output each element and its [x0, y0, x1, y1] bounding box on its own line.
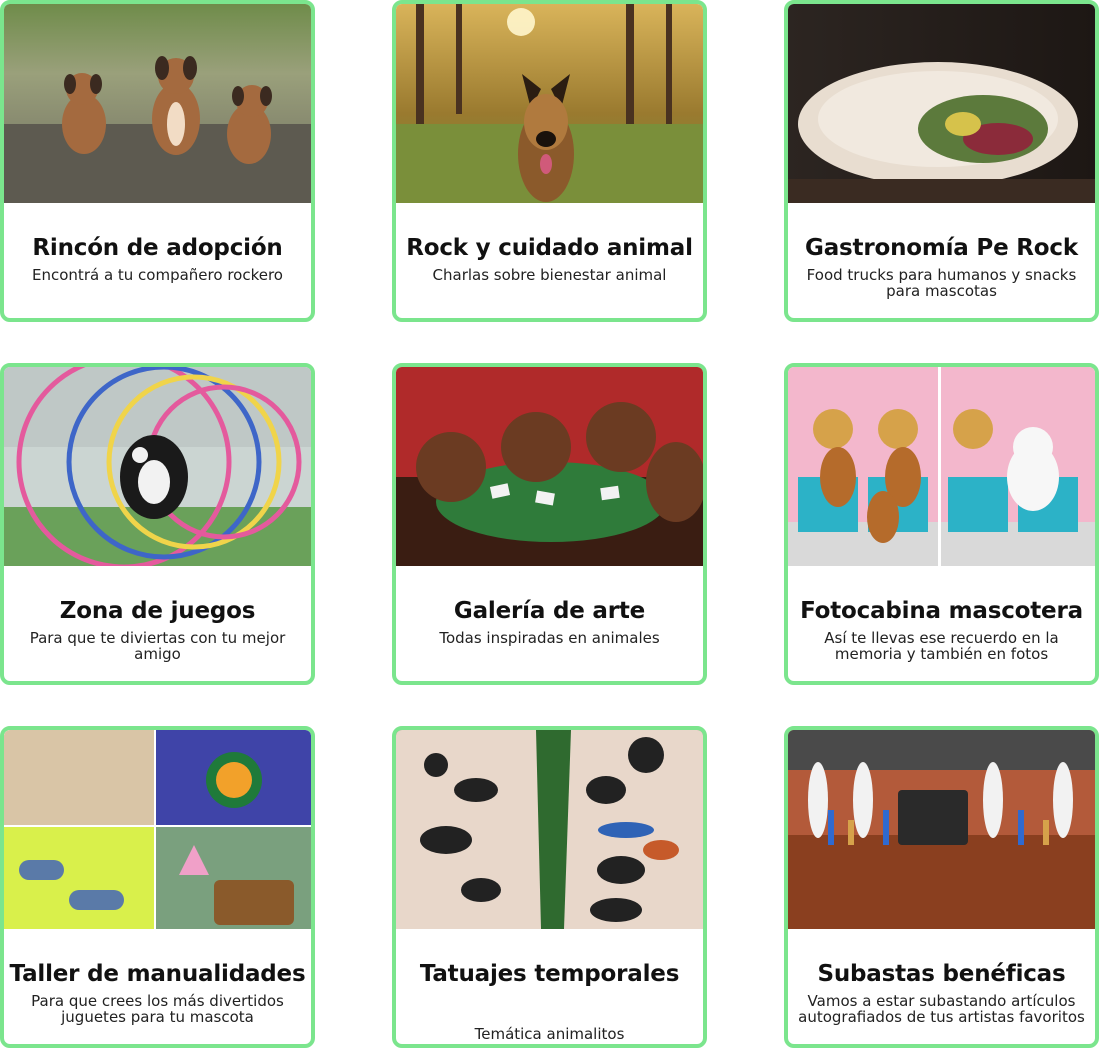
card-description: Food trucks para humanos y snacks para m…: [806, 266, 1077, 300]
animal-tattoos-image: [396, 730, 703, 929]
card-body: Rock y cuidado animal Charlas sobre bien…: [396, 203, 703, 318]
card-title: Rincón de adopción: [32, 235, 283, 261]
pet-crafts-collage: [4, 730, 311, 929]
activity-card-gastronomy[interactable]: Gastronomía Pe Rock Food trucks para hum…: [784, 0, 1099, 322]
card-description: Encontrá a tu compañero rockero: [32, 266, 283, 284]
card-body: Subastas benéficas Vamos a estar subasta…: [788, 929, 1095, 1044]
card-description: Temática animalitos: [474, 1025, 625, 1043]
puppies-image: [4, 4, 311, 203]
activity-card-charity-auction[interactable]: Subastas benéficas Vamos a estar subasta…: [784, 726, 1099, 1048]
card-title: Tatuajes temporales: [419, 961, 680, 987]
burrito-image: [788, 4, 1095, 203]
card-body: Tatuajes temporales Temática animalitos: [396, 929, 703, 1044]
dogs-poker-painting: [396, 367, 703, 566]
card-body: Galería de arte Todas inspiradas en anim…: [396, 566, 703, 681]
card-description: Todas inspiradas en animales: [439, 629, 660, 647]
dog-forest-image: [396, 4, 703, 203]
card-description: Para que te diviertas con tu mejor amigo: [29, 629, 286, 663]
card-description: Vamos a estar subastando artículos autog…: [798, 992, 1085, 1026]
card-title: Gastronomía Pe Rock: [805, 235, 1078, 261]
card-title: Zona de juegos: [59, 598, 256, 624]
auction-room-image: [788, 730, 1095, 929]
card-description: Para que crees los más divertidos juguet…: [31, 992, 284, 1026]
card-body: Rincón de adopción Encontrá a tu compañe…: [4, 203, 311, 318]
card-title: Taller de manualidades: [9, 961, 306, 987]
card-title: Galería de arte: [453, 598, 646, 624]
pet-photobooth-image: [788, 367, 1095, 566]
card-description: Charlas sobre bienestar animal: [432, 266, 667, 284]
activity-card-art-gallery[interactable]: Galería de arte Todas inspiradas en anim…: [392, 363, 707, 685]
activities-grid: Rincón de adopción Encontrá a tu compañe…: [0, 0, 1099, 1049]
card-title: Subastas benéficas: [817, 961, 1066, 987]
activity-card-animal-care[interactable]: Rock y cuidado animal Charlas sobre bien…: [392, 0, 707, 322]
dog-agility-image: [4, 367, 311, 566]
activity-card-adoption[interactable]: Rincón de adopción Encontrá a tu compañe…: [0, 0, 315, 322]
activity-card-crafts[interactable]: Taller de manualidades Para que crees lo…: [0, 726, 315, 1048]
card-body: Fotocabina mascotera Así te llevas ese r…: [788, 566, 1095, 681]
card-description: Así te llevas ese recuerdo en la memoria…: [824, 629, 1059, 663]
card-title: Fotocabina mascotera: [800, 598, 1083, 624]
card-body: Gastronomía Pe Rock Food trucks para hum…: [788, 203, 1095, 318]
card-title: Rock y cuidado animal: [406, 235, 693, 261]
activity-card-photobooth[interactable]: Fotocabina mascotera Así te llevas ese r…: [784, 363, 1099, 685]
activity-card-tattoos[interactable]: Tatuajes temporales Temática animalitos: [392, 726, 707, 1048]
card-body: Taller de manualidades Para que crees lo…: [4, 929, 311, 1044]
activity-card-play-zone[interactable]: Zona de juegos Para que te diviertas con…: [0, 363, 315, 685]
card-body: Zona de juegos Para que te diviertas con…: [4, 566, 311, 681]
